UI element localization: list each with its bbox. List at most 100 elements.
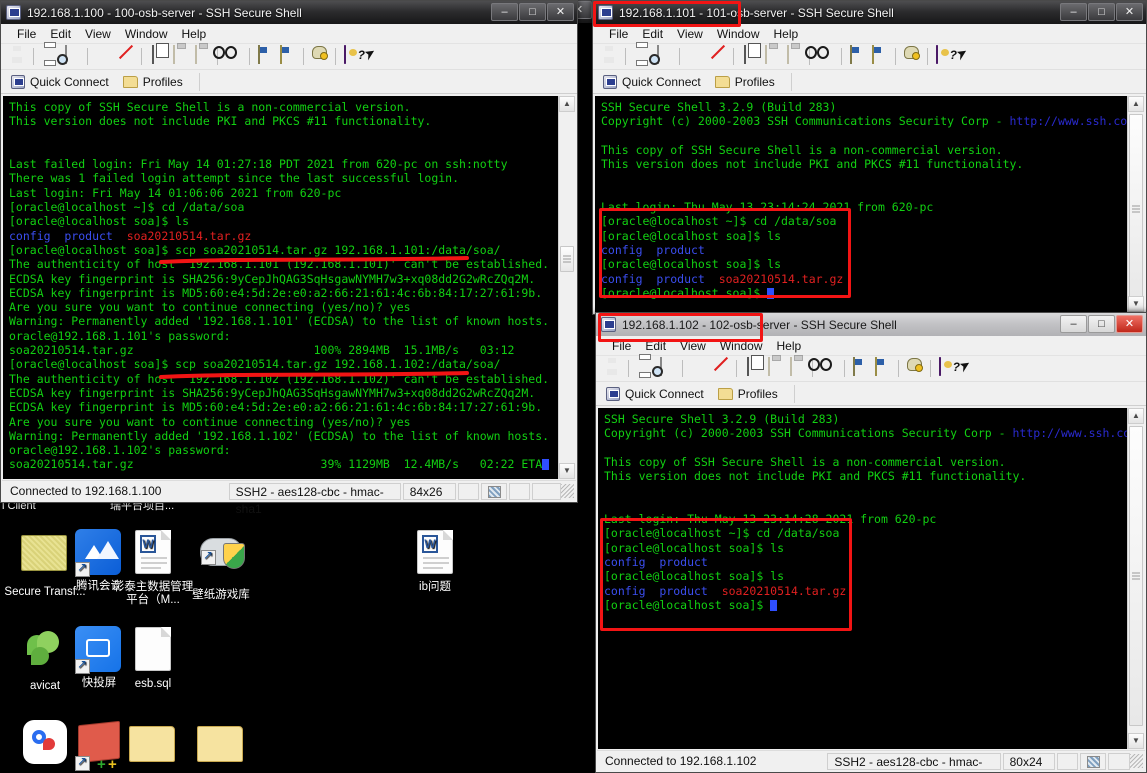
settings-icon[interactable] bbox=[850, 357, 871, 379]
menu-window[interactable]: Window bbox=[119, 26, 174, 42]
resize-grip[interactable] bbox=[1129, 754, 1144, 768]
menu-edit[interactable]: Edit bbox=[639, 338, 672, 354]
window-100-toolbar[interactable] bbox=[1, 44, 577, 70]
disconnect-icon[interactable] bbox=[115, 46, 136, 67]
paste-icon[interactable] bbox=[764, 357, 785, 379]
paste-new-icon[interactable] bbox=[191, 45, 212, 67]
maximize-button[interactable]: □ bbox=[1088, 315, 1115, 333]
desktop-icon-ib-issue[interactable]: W ib问题 bbox=[392, 528, 478, 594]
scroll-up-arrow[interactable]: ▲ bbox=[1128, 96, 1144, 112]
context-help-icon[interactable] bbox=[958, 358, 979, 379]
window-100-terminal-area[interactable]: This copy of SSH Secure Shell is a non-c… bbox=[3, 96, 575, 479]
paste-icon[interactable] bbox=[761, 45, 782, 67]
connect-icon[interactable] bbox=[93, 46, 114, 67]
quick-connect-button[interactable]: Quick Connect bbox=[9, 74, 117, 90]
settings-icon[interactable] bbox=[847, 45, 868, 67]
menu-edit[interactable]: Edit bbox=[44, 26, 77, 42]
window-102-quickbar[interactable]: Quick Connect Profiles bbox=[596, 382, 1146, 406]
scroll-down-arrow[interactable]: ▼ bbox=[1128, 733, 1144, 749]
menu-view[interactable]: View bbox=[674, 338, 712, 354]
scrollbar-thumb[interactable] bbox=[1129, 426, 1143, 726]
paste-new-icon[interactable] bbox=[783, 45, 804, 67]
menu-file[interactable]: File bbox=[603, 26, 634, 42]
profiles-button[interactable]: Profiles bbox=[713, 74, 783, 90]
window-100-titlebar[interactable]: 192.168.1.100 - 100-osb-server - SSH Sec… bbox=[1, 1, 577, 24]
settings-icon[interactable] bbox=[255, 45, 276, 67]
scroll-up-arrow[interactable]: ▲ bbox=[559, 96, 575, 112]
save-icon[interactable] bbox=[602, 358, 623, 379]
menu-help[interactable]: Help bbox=[771, 338, 808, 354]
window-102-toolbar[interactable] bbox=[596, 356, 1146, 382]
menu-file[interactable]: File bbox=[606, 338, 637, 354]
scroll-down-arrow[interactable]: ▼ bbox=[1128, 296, 1144, 312]
profiles-button[interactable]: Profiles bbox=[716, 386, 786, 402]
find-icon[interactable] bbox=[818, 358, 839, 379]
find-icon[interactable] bbox=[223, 46, 244, 67]
window-101-buttons[interactable]: – □ ✕ bbox=[1060, 3, 1143, 21]
terminal-output-102[interactable]: SSH Secure Shell 3.2.9 (Build 283) Copyri… bbox=[598, 408, 1127, 749]
menu-help[interactable]: Help bbox=[768, 26, 805, 42]
profile-settings-icon[interactable] bbox=[277, 45, 298, 67]
paste-new-icon[interactable] bbox=[786, 357, 807, 379]
ssh-window-101[interactable]: 192.168.1.101 - 101-osb-server - SSH Sec… bbox=[592, 0, 1147, 315]
window-102-titlebar[interactable]: 192.168.1.102 - 102-osb-server - SSH Sec… bbox=[596, 313, 1146, 336]
window-100-menubar[interactable]: File Edit View Window Help bbox=[1, 24, 577, 44]
scroll-down-arrow[interactable]: ▼ bbox=[559, 463, 575, 479]
menu-file[interactable]: File bbox=[11, 26, 42, 42]
resize-grip[interactable] bbox=[561, 484, 574, 498]
terminal-scrollbar-101[interactable]: ▲ ▼ bbox=[1127, 96, 1144, 312]
find-icon[interactable] bbox=[815, 46, 836, 67]
minimize-button[interactable]: – bbox=[1060, 3, 1087, 21]
window-101-toolbar[interactable] bbox=[593, 44, 1146, 70]
print-preview-icon[interactable] bbox=[656, 357, 677, 379]
context-help-icon[interactable] bbox=[955, 46, 976, 67]
terminal-output-101[interactable]: SSH Secure Shell 3.2.9 (Build 283) Copyri… bbox=[595, 96, 1127, 312]
close-button[interactable]: ✕ bbox=[547, 3, 574, 21]
window-101-quickbar[interactable]: Quick Connect Profiles bbox=[593, 70, 1146, 94]
copy-icon[interactable] bbox=[739, 45, 760, 67]
desktop-icon-wallpaper-game-library[interactable]: 壁纸游戏库 bbox=[178, 528, 264, 602]
terminal-scrollbar-102[interactable]: ▲ ▼ bbox=[1127, 408, 1144, 749]
save-icon[interactable] bbox=[599, 46, 620, 67]
connect-icon[interactable] bbox=[685, 46, 706, 67]
window-101-menubar[interactable]: File Edit View Window Help bbox=[593, 24, 1146, 44]
ssh-window-102[interactable]: 192.168.1.102 - 102-osb-server - SSH Sec… bbox=[595, 312, 1147, 773]
scroll-up-arrow[interactable]: ▲ bbox=[1128, 408, 1144, 424]
close-button[interactable]: ✕ bbox=[1116, 3, 1143, 21]
paste-icon[interactable] bbox=[169, 45, 190, 67]
profile-settings-icon[interactable] bbox=[869, 45, 890, 67]
menu-window[interactable]: Window bbox=[711, 26, 766, 42]
menu-edit[interactable]: Edit bbox=[636, 26, 669, 42]
menu-window[interactable]: Window bbox=[714, 338, 769, 354]
disconnect-icon[interactable] bbox=[710, 358, 731, 379]
disconnect-icon[interactable] bbox=[707, 46, 728, 67]
window-101-titlebar[interactable]: 192.168.1.101 - 101-osb-server - SSH Sec… bbox=[593, 1, 1146, 24]
desktop-icon-esb-sql[interactable]: esb.sql bbox=[110, 625, 196, 691]
profiles-button[interactable]: Profiles bbox=[121, 74, 191, 90]
window-100-buttons[interactable]: – □ ✕ bbox=[491, 3, 574, 21]
print-preview-icon[interactable] bbox=[61, 45, 82, 67]
menu-help[interactable]: Help bbox=[176, 26, 213, 42]
colors-icon[interactable] bbox=[309, 46, 330, 67]
profile-settings-icon[interactable] bbox=[872, 357, 893, 379]
minimize-button[interactable]: – bbox=[491, 3, 518, 21]
window-101-terminal-area[interactable]: SSH Secure Shell 3.2.9 (Build 283) Copyri… bbox=[595, 96, 1144, 312]
copy-icon[interactable] bbox=[147, 45, 168, 67]
maximize-button[interactable]: □ bbox=[1088, 3, 1115, 21]
colors-icon[interactable] bbox=[901, 46, 922, 67]
quick-connect-button[interactable]: Quick Connect bbox=[601, 74, 709, 90]
terminal-output-100[interactable]: This copy of SSH Secure Shell is a non-c… bbox=[3, 96, 558, 479]
print-preview-icon[interactable] bbox=[653, 45, 674, 67]
connect-icon[interactable] bbox=[688, 358, 709, 379]
window-102-menubar[interactable]: File Edit View Window Help bbox=[596, 336, 1146, 356]
quick-connect-button[interactable]: Quick Connect bbox=[604, 386, 712, 402]
minimize-button[interactable]: – bbox=[1060, 315, 1087, 333]
copy-icon[interactable] bbox=[742, 357, 763, 379]
window-102-terminal-area[interactable]: SSH Secure Shell 3.2.9 (Build 283) Copyri… bbox=[598, 408, 1144, 749]
window-100-quickbar[interactable]: Quick Connect Profiles bbox=[1, 70, 577, 94]
scrollbar-thumb[interactable] bbox=[1129, 114, 1143, 304]
menu-view[interactable]: View bbox=[671, 26, 709, 42]
ssh-window-100[interactable]: 192.168.1.100 - 100-osb-server - SSH Sec… bbox=[0, 0, 578, 516]
window-102-buttons[interactable]: – □ ✕ bbox=[1060, 315, 1143, 333]
context-help-icon[interactable] bbox=[363, 46, 384, 67]
